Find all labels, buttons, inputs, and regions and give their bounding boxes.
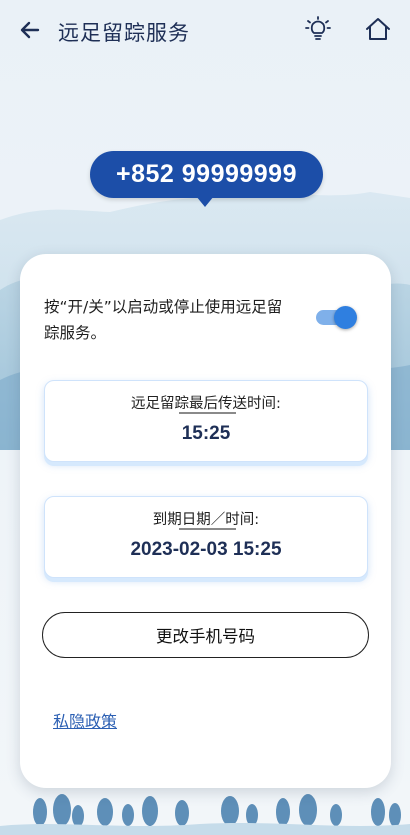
divider — [179, 412, 236, 414]
change-phone-button[interactable]: 更改手机号码 — [42, 612, 369, 658]
home-button[interactable] — [361, 13, 395, 45]
page-title: 远足留踪服务 — [58, 21, 190, 45]
home-icon — [366, 18, 390, 40]
last-sent-label: 远足留踪最后传送时间: — [131, 396, 281, 412]
lightbulb-icon — [305, 16, 331, 40]
service-card: 按“开/关”以启动或停止使用远足留踪服务。 远足留踪最后传送时间: 15:25 … — [20, 254, 391, 788]
app-header: 远足留踪服务 — [0, 0, 410, 62]
expiry-box: 到期日期／时间: 2023-02-03 15:25 — [44, 496, 368, 578]
expiry-label: 到期日期／时间: — [152, 512, 260, 528]
service-instruction: 按“开/关”以启动或停止使用远足留踪服务。 — [44, 298, 283, 342]
phone-number-badge: +852 99999999 — [90, 151, 323, 198]
expiry-value: 2023-02-03 15:25 — [130, 539, 282, 560]
divider — [179, 528, 236, 530]
service-toggle[interactable] — [314, 306, 358, 329]
phone-badge-pointer — [196, 196, 214, 207]
last-sent-value: 15:25 — [181, 423, 231, 444]
toggle-thumb — [334, 306, 357, 329]
tips-button[interactable] — [302, 13, 334, 45]
tree-silhouettes — [0, 794, 410, 835]
privacy-policy-link[interactable]: 私隐政策 — [53, 708, 117, 732]
back-button[interactable] — [14, 14, 46, 46]
arrow-left-icon — [20, 21, 40, 39]
last-sent-box: 远足留踪最后传送时间: 15:25 — [44, 380, 368, 462]
